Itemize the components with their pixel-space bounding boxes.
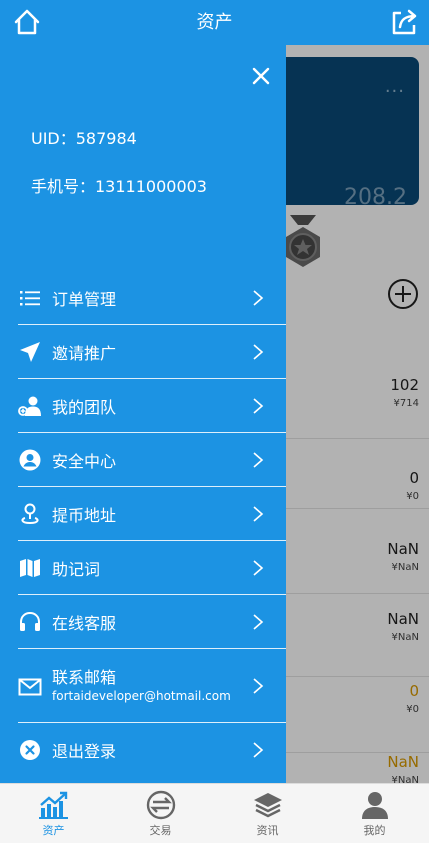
chevron-right-icon bbox=[253, 678, 264, 694]
envelope-icon bbox=[18, 678, 42, 696]
chevron-right-icon bbox=[253, 742, 264, 758]
chart-icon bbox=[39, 791, 68, 819]
bottom-nav: 资产 交易 资讯 我的 bbox=[0, 783, 429, 843]
menu-item-team[interactable]: 我的团队 bbox=[18, 379, 286, 433]
tab-profile[interactable]: 我的 bbox=[321, 784, 428, 843]
page-title: 资产 bbox=[196, 12, 233, 33]
tab-trade[interactable]: 交易 bbox=[107, 784, 214, 843]
tab-news[interactable]: 资讯 bbox=[214, 784, 321, 843]
menu-item-support[interactable]: 在线客服 bbox=[18, 595, 286, 649]
team-icon bbox=[18, 396, 41, 416]
user-uid: UID：587984 bbox=[31, 129, 137, 148]
layers-icon bbox=[254, 793, 282, 818]
chevron-right-icon bbox=[253, 506, 264, 522]
side-drawer: UID：587984 手机号：13111000003 订单管理 邀请推广 我的团… bbox=[0, 45, 286, 783]
menu-item-email[interactable]: 联系邮箱 fortaideveloper@hotmail.com bbox=[18, 649, 286, 723]
tab-assets[interactable]: 资产 bbox=[0, 784, 107, 843]
close-icon[interactable] bbox=[250, 65, 272, 87]
menu-item-security[interactable]: 安全中心 bbox=[18, 433, 286, 487]
close-circle-icon bbox=[20, 740, 40, 760]
location-pin-icon bbox=[21, 503, 39, 525]
chevron-right-icon bbox=[253, 452, 264, 468]
chevron-right-icon bbox=[253, 290, 264, 306]
chevron-right-icon bbox=[253, 560, 264, 576]
exchange-icon bbox=[146, 790, 176, 820]
user-phone: 手机号：13111000003 bbox=[31, 177, 207, 196]
menu-item-logout[interactable]: 退出登录 bbox=[18, 723, 286, 777]
menu-item-mnemonic[interactable]: 助记词 bbox=[18, 541, 286, 595]
paper-plane-icon bbox=[20, 342, 40, 362]
map-icon bbox=[20, 559, 40, 577]
user-circle-icon bbox=[19, 449, 41, 471]
person-icon bbox=[362, 792, 388, 819]
chevron-right-icon bbox=[253, 344, 264, 360]
chevron-right-icon bbox=[253, 614, 264, 630]
list-icon bbox=[20, 291, 40, 306]
app-header: 资产 bbox=[0, 0, 429, 45]
support-email: fortaideveloper@hotmail.com bbox=[52, 689, 231, 703]
chevron-right-icon bbox=[253, 398, 264, 414]
menu-item-orders[interactable]: 订单管理 bbox=[18, 271, 286, 325]
headset-icon bbox=[20, 611, 40, 631]
drawer-menu: 订单管理 邀请推广 我的团队 安全中心 提币地址 助记词 在线客服 联系邮箱 f… bbox=[18, 271, 286, 777]
share-icon[interactable] bbox=[389, 7, 419, 37]
menu-item-withdraw-address[interactable]: 提币地址 bbox=[18, 487, 286, 541]
menu-item-invite[interactable]: 邀请推广 bbox=[18, 325, 286, 379]
